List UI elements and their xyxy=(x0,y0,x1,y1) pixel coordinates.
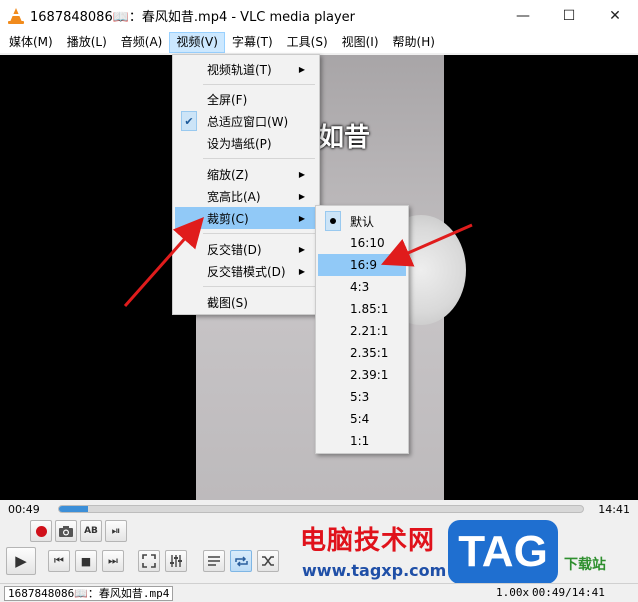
submenu-arrow-icon: ▶ xyxy=(298,191,305,201)
record-button[interactable] xyxy=(30,520,52,542)
loop-button[interactable] xyxy=(230,550,252,572)
menu-separator xyxy=(203,233,315,234)
crop-option-4-3[interactable]: 4:3 xyxy=(318,276,406,298)
play-button[interactable]: ▶ xyxy=(6,547,36,575)
submenu-arrow-icon: ▶ xyxy=(298,169,305,179)
menu-item-video-track[interactable]: 视频轨道(T) ▶ xyxy=(175,58,317,80)
menu-audio[interactable]: 音频(A) xyxy=(114,32,170,53)
menu-separator xyxy=(203,286,315,287)
vlc-window: 1687848086📖：春风如昔.mp4 - VLC media player … xyxy=(0,0,638,602)
close-button[interactable]: ✕ xyxy=(592,0,638,31)
extended-settings-button[interactable] xyxy=(165,550,187,572)
menu-item-aspect-ratio[interactable]: 宽高比(A) ▶ xyxy=(175,185,317,207)
next-button[interactable]: ⏭ xyxy=(102,550,124,572)
crop-submenu: 默认 16:10 16:9 4:3 1.85:1 2.21:1 2.35:1 2… xyxy=(315,205,409,454)
menu-item-wallpaper[interactable]: 设为墙纸(P) xyxy=(175,132,317,154)
crop-option-default[interactable]: 默认 xyxy=(318,210,406,232)
menu-item-crop[interactable]: 裁剪(C) ▶ xyxy=(175,207,317,229)
menu-view[interactable]: 视图(I) xyxy=(335,32,386,53)
submenu-arrow-icon: ▶ xyxy=(298,64,305,74)
playlist-button[interactable] xyxy=(203,550,225,572)
menu-subtitle[interactable]: 字幕(T) xyxy=(225,32,280,53)
menu-separator xyxy=(203,84,315,85)
fullscreen-button[interactable] xyxy=(138,550,160,572)
menu-help[interactable]: 帮助(H) xyxy=(386,32,442,53)
crop-option-16-10[interactable]: 16:10 xyxy=(318,232,406,254)
checkmark-icon: ✔ xyxy=(181,111,197,131)
menu-media[interactable]: 媒体(M) xyxy=(2,32,60,53)
watermark-site-name: 电脑技术网 xyxy=(300,526,436,556)
menu-video[interactable]: 视频(V) xyxy=(169,31,225,53)
crop-option-1-1[interactable]: 1:1 xyxy=(318,430,406,452)
watermark-download-site: 下载站 xyxy=(564,557,606,573)
title-bar: 1687848086📖：春风如昔.mp4 - VLC media player … xyxy=(0,0,638,31)
menu-item-fullscreen[interactable]: 全屏(F) xyxy=(175,88,317,110)
playlist-icon xyxy=(208,556,220,566)
menu-separator xyxy=(203,158,315,159)
equalizer-icon xyxy=(170,555,182,567)
menu-item-deinterlace-mode[interactable]: 反交错模式(D) ▶ xyxy=(175,260,317,282)
vlc-cone-icon xyxy=(8,7,24,24)
crop-option-1-85[interactable]: 1.85:1 xyxy=(318,298,406,320)
status-filename: 1687848086📖：春风如昔.mp4 xyxy=(4,586,174,601)
menu-tools[interactable]: 工具(S) xyxy=(280,32,335,53)
loop-icon xyxy=(234,555,248,567)
time-elapsed: 00:49 xyxy=(8,503,40,516)
video-overlay-text: 如昔 xyxy=(318,123,371,153)
submenu-arrow-icon: ▶ xyxy=(298,213,305,223)
menu-item-deinterlace[interactable]: 反交错(D) ▶ xyxy=(175,238,317,260)
ab-loop-button[interactable]: AB xyxy=(80,520,102,542)
crop-option-2-21[interactable]: 2.21:1 xyxy=(318,320,406,342)
watermark-url: www.tagxp.com xyxy=(302,561,447,580)
shuffle-button[interactable] xyxy=(257,550,279,572)
fullscreen-icon xyxy=(142,554,156,568)
seek-progress xyxy=(59,506,88,512)
crop-option-5-3[interactable]: 5:3 xyxy=(318,386,406,408)
crop-option-5-4[interactable]: 5:4 xyxy=(318,408,406,430)
time-total: 14:41 xyxy=(598,503,630,516)
radio-bullet-icon xyxy=(325,211,341,231)
crop-option-2-35[interactable]: 2.35:1 xyxy=(318,342,406,364)
window-title: 1687848086📖：春风如昔.mp4 - VLC media player xyxy=(30,10,356,25)
menu-bar: 媒体(M) 播放(L) 音频(A) 视频(V) 字幕(T) 工具(S) 视图(I… xyxy=(0,31,638,54)
crop-option-16-9[interactable]: 16:9 xyxy=(318,254,406,276)
stop-button[interactable]: ■ xyxy=(75,550,97,572)
status-time[interactable]: 00:49/14:41 xyxy=(532,586,605,599)
menu-item-snapshot[interactable]: 截图(S) xyxy=(175,291,317,313)
menu-playback[interactable]: 播放(L) xyxy=(60,32,114,53)
record-icon xyxy=(35,525,47,537)
frame-step-button[interactable]: ⏯ xyxy=(105,520,127,542)
seek-bar[interactable] xyxy=(58,505,584,513)
menu-item-fit-window[interactable]: ✔ 总适应窗口(W) xyxy=(175,110,317,132)
shuffle-icon xyxy=(262,556,274,566)
snapshot-button[interactable] xyxy=(55,520,77,542)
previous-button[interactable]: ⏮ xyxy=(48,550,70,572)
submenu-arrow-icon: ▶ xyxy=(298,266,305,276)
submenu-arrow-icon: ▶ xyxy=(298,244,305,254)
tag-logo: TAG xyxy=(448,520,558,584)
playback-speed[interactable]: 1.00x xyxy=(496,586,529,599)
watermark: 电脑技术网 www.tagxp.com TAG 下载站 xyxy=(292,516,638,586)
video-menu: 视频轨道(T) ▶ 全屏(F) ✔ 总适应窗口(W) 设为墙纸(P) 缩放(Z)… xyxy=(172,54,320,315)
camera-icon xyxy=(59,525,73,537)
maximize-button[interactable]: ☐ xyxy=(546,0,592,31)
minimize-button[interactable]: — xyxy=(500,0,546,31)
menu-item-zoom[interactable]: 缩放(Z) ▶ xyxy=(175,163,317,185)
crop-option-2-39[interactable]: 2.39:1 xyxy=(318,364,406,386)
status-bar: 1687848086📖：春风如昔.mp4 1.00x 00:49/14:41 xyxy=(0,583,638,602)
